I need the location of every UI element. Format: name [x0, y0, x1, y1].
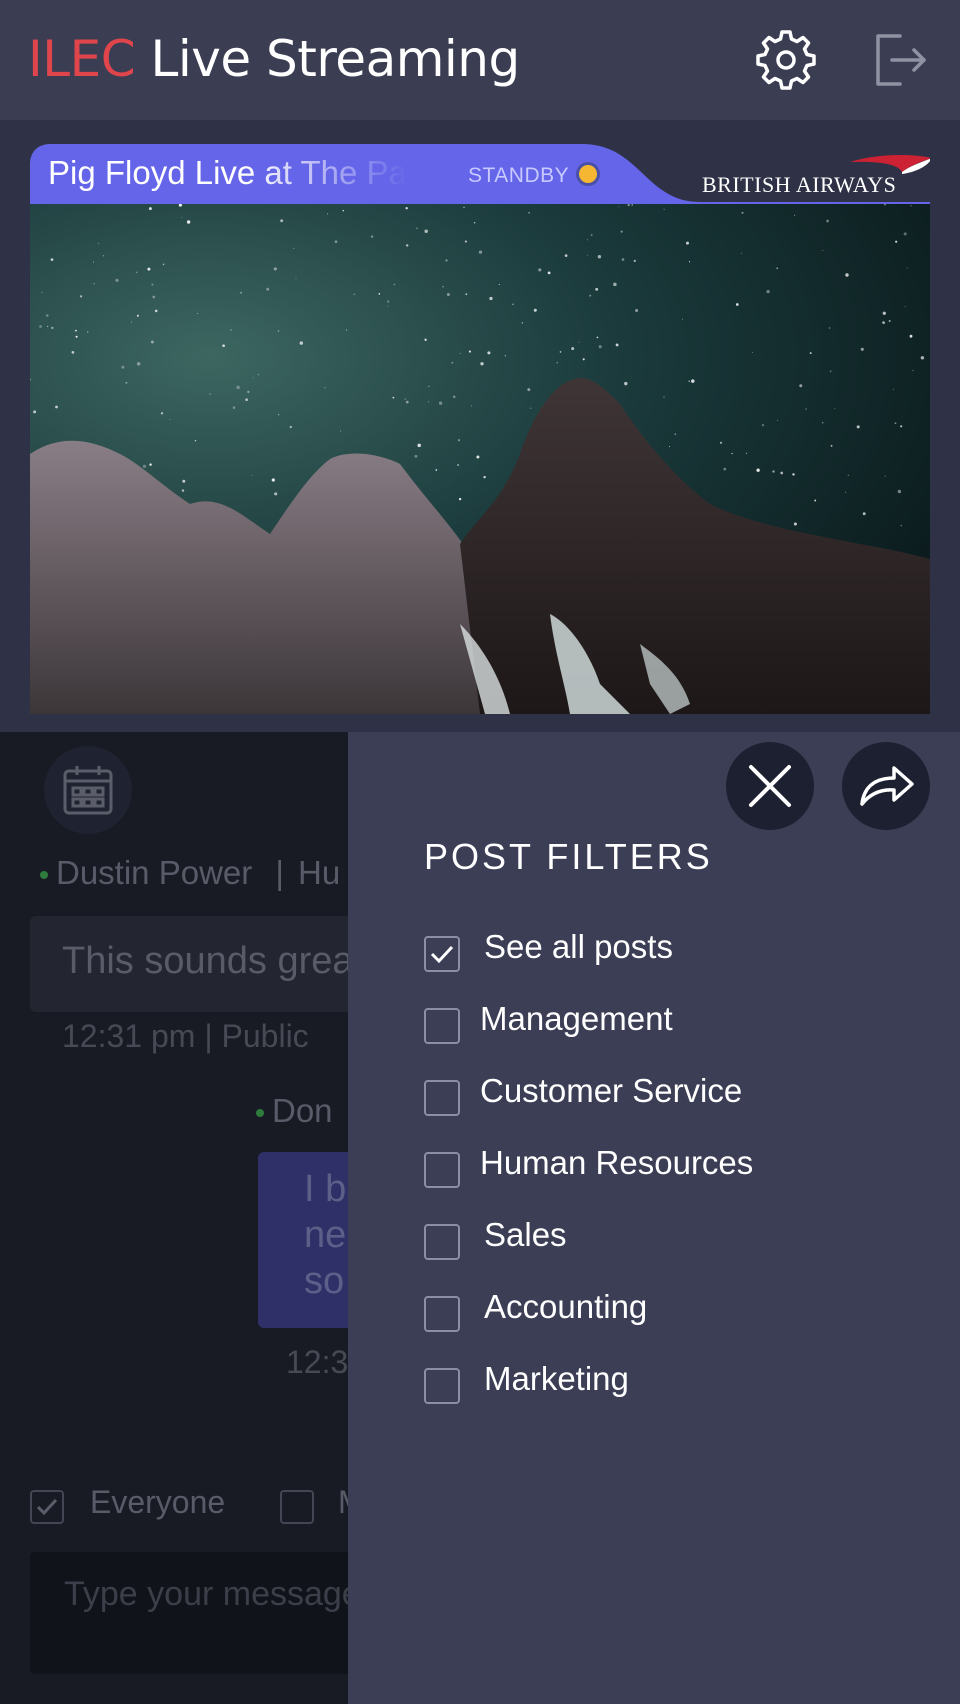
close-icon — [749, 765, 791, 807]
online-indicator — [256, 1109, 264, 1118]
check-icon — [430, 945, 454, 964]
filter-label: Management — [480, 1000, 673, 1037]
panel-title: POST FILTERS — [424, 836, 713, 877]
close-button[interactable] — [726, 742, 814, 830]
settings-button[interactable] — [756, 30, 816, 90]
filter-checkbox[interactable] — [424, 1368, 460, 1404]
app-title: ILEC Live Streaming — [28, 30, 520, 88]
post-filters-panel: POST FILTERS See all posts Management Cu… — [348, 732, 960, 1704]
stream-player-area: Pig Floyd Live at The Pa STANDBY BRITISH… — [0, 120, 960, 732]
stream-title-bar: Pig Floyd Live at The Pa STANDBY BRITISH… — [30, 144, 930, 206]
message-author: Don — [272, 1092, 333, 1129]
sponsor-logo: BRITISH AIRWAYS — [670, 154, 930, 198]
logout-button[interactable] — [870, 30, 930, 90]
message-author-row: Don — [256, 1092, 333, 1130]
app-header: ILEC Live Streaming — [0, 0, 960, 120]
video-player[interactable] — [30, 204, 930, 714]
online-indicator — [40, 871, 48, 880]
filter-checkbox[interactable] — [424, 936, 460, 972]
filter-checkbox[interactable] — [424, 1008, 460, 1044]
message-author-row: Dustin Power | Hu — [40, 854, 340, 892]
check-icon — [36, 1498, 58, 1516]
app-title-accent: ILEC — [28, 30, 136, 88]
filter-label: See all posts — [484, 928, 673, 965]
app-title-text: Live Streaming — [150, 30, 521, 88]
audience-other-checkbox[interactable] — [280, 1490, 314, 1524]
message-meta: 12:3 — [286, 1344, 349, 1380]
message-department: Hu — [298, 854, 341, 891]
share-button[interactable] — [842, 742, 930, 830]
filter-checkbox[interactable] — [424, 1224, 460, 1260]
message-meta: 12:31 pm | Public — [62, 1018, 309, 1054]
message-author: Dustin Power — [56, 854, 253, 891]
audience-everyone-label: Everyone — [90, 1484, 226, 1520]
filter-label: Human Resources — [480, 1144, 754, 1181]
filter-label: Marketing — [484, 1360, 629, 1397]
logout-icon — [876, 34, 926, 86]
calendar-button[interactable] — [44, 746, 132, 834]
status-indicator-dot — [576, 162, 600, 186]
message-text: This sounds grea — [62, 940, 354, 982]
author-separator: | — [275, 854, 284, 891]
filter-label: Customer Service — [480, 1072, 743, 1109]
gear-icon — [756, 30, 816, 90]
video-frame-mountains — [30, 204, 930, 714]
audience-everyone-checkbox[interactable] — [30, 1490, 64, 1524]
share-icon — [860, 766, 914, 806]
stream-status: STANDBY — [468, 164, 570, 187]
filter-checkbox[interactable] — [424, 1296, 460, 1332]
filter-label: Accounting — [484, 1288, 648, 1325]
filter-label: Sales — [484, 1216, 567, 1253]
speedmarque-icon — [850, 154, 930, 174]
filter-checkbox[interactable] — [424, 1152, 460, 1188]
filter-checkbox[interactable] — [424, 1080, 460, 1116]
calendar-icon — [63, 766, 113, 815]
stream-title: Pig Floyd Live at The Pa — [48, 154, 407, 191]
